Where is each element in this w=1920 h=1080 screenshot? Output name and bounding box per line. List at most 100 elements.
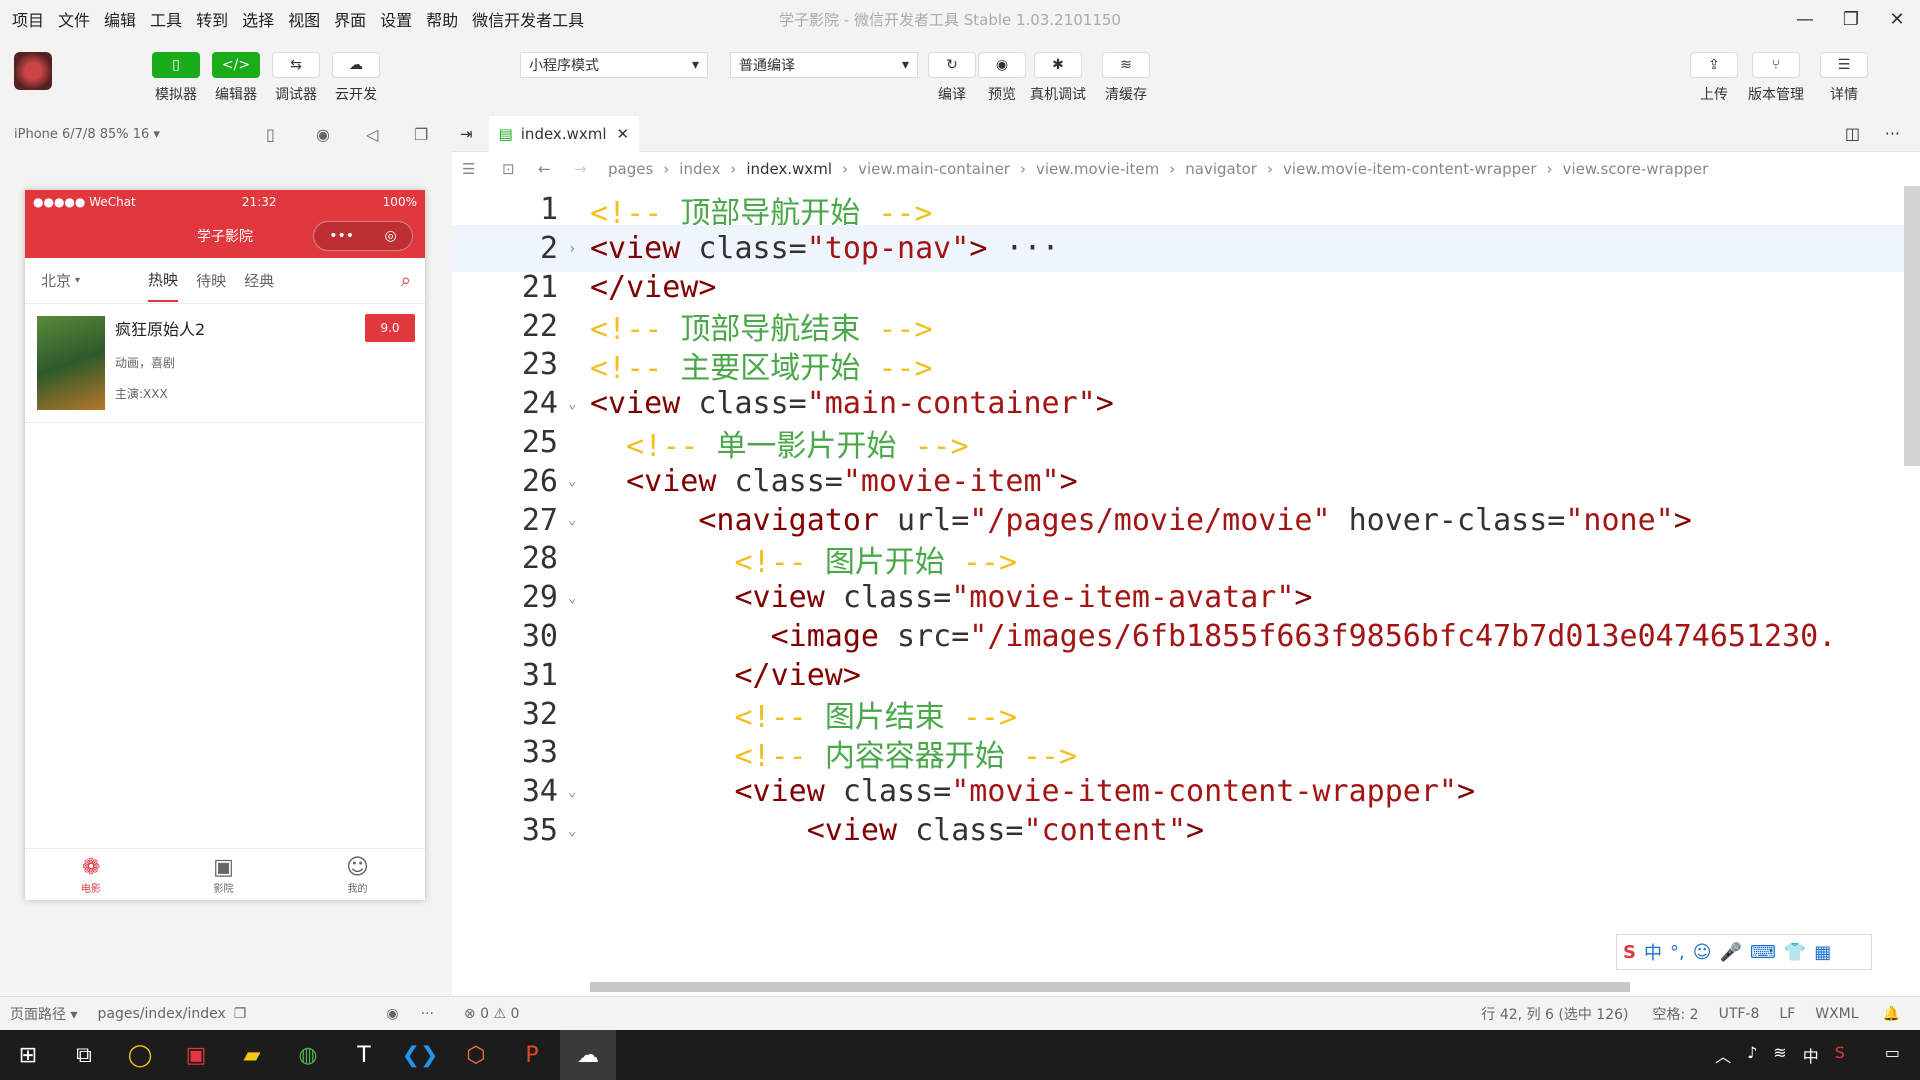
minimize-icon[interactable]: — (1782, 0, 1828, 38)
vscode-icon[interactable]: ❮❯ (392, 1030, 448, 1080)
code-token: > (969, 231, 988, 267)
code-area[interactable]: 1 <!-- 顶部导航开始 --> 2 › <view class="top-nav">… (452, 186, 1920, 976)
horizontal-scrollbar[interactable] (590, 982, 1630, 992)
close-target-icon[interactable]: ◎ (385, 228, 397, 244)
powerpoint-icon[interactable]: P (504, 1030, 560, 1080)
fold-toggle-icon[interactable]: ⌄ (568, 823, 576, 839)
crumb-content-wrapper[interactable]: view.movie-item-content-wrapper (1283, 160, 1537, 178)
fold-toggle-icon[interactable]: ⌄ (568, 784, 576, 800)
copy-icon[interactable]: ❐ (234, 1006, 247, 1022)
device-selector[interactable]: iPhone 6/7/8 85% 16 ▾ ▯ ◉ ◁ ❐ (0, 116, 448, 152)
cloud-button[interactable]: ☁ 云开发 (332, 52, 380, 104)
avatar[interactable] (14, 52, 52, 90)
wechat-devtools-icon[interactable]: ☁ (560, 1030, 616, 1080)
outline-icon[interactable]: ☰ (462, 160, 475, 178)
fold-toggle-icon[interactable]: ⌄ (568, 396, 576, 412)
ime-indicator-icon[interactable]: 中 (1803, 1043, 1819, 1067)
cortana-icon[interactable]: ◯ (112, 1030, 168, 1080)
tab-classic[interactable]: 经典 (244, 270, 274, 291)
line-ending[interactable]: LF (1779, 1006, 1795, 1022)
windows-start-icon[interactable]: ⊞ (0, 1030, 56, 1080)
compile-button[interactable]: ↻ 编译 (928, 52, 976, 104)
editor-button[interactable]: </> 编辑器 (212, 52, 260, 104)
fold-toggle-icon[interactable]: › (568, 241, 576, 257)
typora-icon[interactable]: T (336, 1030, 392, 1080)
fold-toggle-icon[interactable]: ⌄ (568, 590, 576, 606)
forward-icon[interactable]: → (574, 160, 587, 178)
ime-punct[interactable]: °, (1670, 942, 1685, 963)
close-icon[interactable]: ✕ (1874, 0, 1920, 38)
tab-index-wxml[interactable]: ▤ index.wxml ✕ (488, 115, 640, 152)
ime-grid-icon[interactable]: ▦ (1814, 942, 1831, 963)
cursor-position[interactable]: 行 42, 列 6 (选中 126) (1481, 1004, 1628, 1024)
restore-icon[interactable]: ❐ (1828, 0, 1874, 38)
tray-up-icon[interactable]: ︿ (1715, 1043, 1731, 1067)
bookmark-icon[interactable]: ⊡ (502, 160, 515, 178)
tabbar-item-me[interactable]: ☺ 我的 (346, 855, 369, 895)
crumb-file[interactable]: index.wxml (746, 160, 832, 178)
version-button[interactable]: ⑂ 版本管理 (1748, 52, 1804, 104)
tabbar-item-movies[interactable]: ❁ 电影 (81, 855, 101, 895)
movie-item[interactable]: 疯狂原始人2 动画，喜剧 主演:XXX 9.0 (25, 304, 425, 423)
indent-setting[interactable]: 空格: 2 (1653, 1004, 1699, 1024)
app-red-icon[interactable]: ▣ (168, 1030, 224, 1080)
file-explorer-icon[interactable]: ▰ (224, 1030, 280, 1080)
problems-indicator[interactable]: ⊗ 0 ⚠ 0 (464, 1006, 519, 1022)
more-actions-icon[interactable]: ··· (1885, 124, 1900, 143)
back-icon[interactable]: ← (538, 160, 551, 178)
page-path-toggle[interactable]: 页面路径 ▾ (10, 1004, 77, 1024)
window-icon[interactable]: ❐ (414, 125, 428, 144)
line-number: 35 (521, 813, 558, 849)
crumb-movie-item[interactable]: view.movie-item (1036, 160, 1159, 178)
tabbar-item-cinemas[interactable]: ▣ 影院 (213, 855, 234, 895)
notifications-icon[interactable]: ▭ (1885, 1043, 1900, 1067)
city-picker[interactable]: 北京 (41, 270, 71, 291)
task-view-icon[interactable]: ⧉ (56, 1030, 112, 1080)
wifi-icon[interactable]: ≋ (1773, 1043, 1786, 1067)
mode-select[interactable]: 小程序模式 ▾ (520, 52, 708, 78)
crumb-main-container[interactable]: view.main-container (858, 160, 1010, 178)
code-line[interactable]: 35 ⌄ <view class="content"> (452, 807, 1920, 855)
more-icon[interactable]: ··· (421, 1006, 434, 1022)
details-button[interactable]: ☰ 详情 (1820, 52, 1868, 104)
code-token: "movie-item-avatar" (951, 580, 1295, 616)
compile-select[interactable]: 普通编译 ▾ (730, 52, 918, 78)
remote-debug-button[interactable]: ✱ 真机调试 (1030, 52, 1086, 104)
volume-icon[interactable]: ◁ (366, 125, 378, 144)
more-icon[interactable]: ••• (329, 228, 354, 244)
sogou-tray-icon[interactable]: S (1835, 1043, 1845, 1067)
explorer-toggle-icon[interactable]: ⇥ (460, 125, 473, 143)
preview-button[interactable]: ◉ 预览 (978, 52, 1026, 104)
clear-cache-button[interactable]: ≋ 清缓存 (1102, 52, 1150, 104)
simulator-button[interactable]: ▯ 模拟器 (152, 52, 200, 104)
ime-mode[interactable]: 中 (1644, 939, 1662, 965)
phone-icon[interactable]: ▯ (266, 125, 275, 144)
tab-coming-soon[interactable]: 待映 (196, 270, 226, 291)
search-icon[interactable]: ⌕ (401, 270, 411, 291)
vertical-scrollbar[interactable] (1904, 186, 1920, 466)
split-editor-icon[interactable]: ◫ (1845, 124, 1860, 143)
bell-icon[interactable]: 🔔 (1883, 1006, 1900, 1022)
record-icon[interactable]: ◉ (316, 125, 330, 144)
volume-icon[interactable]: ♪ (1747, 1043, 1757, 1067)
crumb-index[interactable]: index (679, 160, 720, 178)
postman-icon[interactable]: ⬡ (448, 1030, 504, 1080)
upload-button[interactable]: ⇪ 上传 (1690, 52, 1738, 104)
close-tab-icon[interactable]: ✕ (617, 125, 630, 143)
crumb-pages[interactable]: pages (608, 160, 653, 178)
eye-icon[interactable]: ◉ (386, 1006, 398, 1022)
ime-emoji-icon[interactable]: ☺ (1693, 942, 1712, 963)
ime-keyboard-icon[interactable]: ⌨ (1750, 942, 1776, 963)
debugger-button[interactable]: ⇆ 调试器 (272, 52, 320, 104)
capsule-button[interactable]: ••• ◎ (313, 221, 413, 251)
chrome-icon[interactable]: ◍ (280, 1030, 336, 1080)
crumb-navigator[interactable]: navigator (1185, 160, 1257, 178)
encoding[interactable]: UTF-8 (1719, 1006, 1760, 1022)
ime-skin-icon[interactable]: 👕 (1784, 942, 1806, 963)
fold-toggle-icon[interactable]: ⌄ (568, 512, 576, 528)
language-mode[interactable]: WXML (1815, 1006, 1858, 1022)
fold-toggle-icon[interactable]: ⌄ (568, 473, 576, 489)
ime-mic-icon[interactable]: 🎤 (1719, 942, 1741, 963)
crumb-score-wrapper[interactable]: view.score-wrapper (1563, 160, 1709, 178)
tab-now-showing[interactable]: 热映 (148, 259, 179, 302)
